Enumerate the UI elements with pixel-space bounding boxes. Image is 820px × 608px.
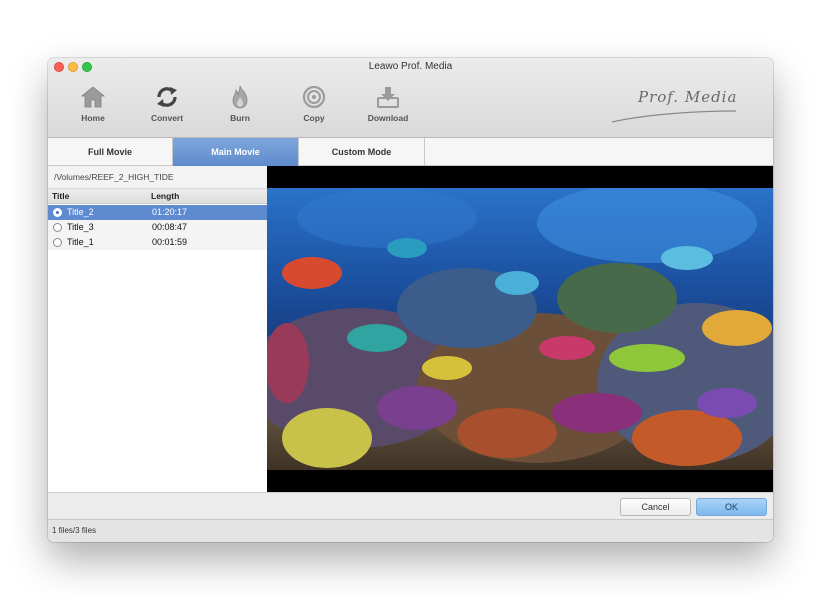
toolbar-convert-label: Convert — [150, 113, 184, 123]
tab-full-movie[interactable]: Full Movie — [48, 138, 173, 166]
column-header-title[interactable]: Title — [52, 191, 69, 201]
title-row[interactable]: Title_1 00:01:59 — [48, 235, 267, 250]
title-name: Title_3 — [67, 222, 94, 232]
title-list-panel: /Volumes/REEF_2_HIGH_TIDE Title Length T… — [48, 166, 267, 492]
download-icon — [377, 87, 399, 108]
cancel-button[interactable]: Cancel — [620, 498, 691, 516]
copy-icon — [302, 85, 326, 109]
title-name: Title_2 — [67, 207, 94, 217]
title-radio-button[interactable] — [53, 238, 62, 247]
toolbar-burn-button[interactable]: Burn — [210, 85, 270, 123]
toolbar-download-button[interactable]: Download — [358, 85, 418, 123]
toolbar-home-label: Home — [81, 113, 105, 123]
title-row[interactable]: Title_3 00:08:47 — [48, 220, 267, 235]
title-length: 00:08:47 — [152, 222, 188, 232]
mode-tabs: Full Movie Main Movie Custom Mode — [48, 138, 773, 166]
toolbar-download-label: Download — [367, 113, 409, 123]
title-radio-button[interactable] — [53, 223, 62, 232]
coral-reef-frame — [267, 188, 773, 470]
window-title: Leawo Prof. Media — [368, 61, 453, 72]
title-list-header: Title Length — [48, 189, 267, 204]
burn-icon — [232, 85, 248, 109]
toolbar-burn-label: Burn — [230, 113, 250, 123]
tab-custom-mode[interactable]: Custom Mode — [299, 138, 425, 166]
logo-text: Prof. Media — [638, 88, 738, 106]
title-length: 00:01:59 — [152, 237, 188, 247]
home-icon — [80, 86, 106, 108]
dialog-button-bar: Cancel OK — [48, 492, 773, 519]
convert-icon — [157, 87, 177, 107]
column-header-length[interactable]: Length — [151, 191, 179, 201]
brand-logo: Prof. Media — [608, 86, 738, 126]
toolbar-home-button[interactable]: Home — [63, 85, 123, 123]
status-bar: 1 files/3 files — [48, 519, 773, 542]
toolbar-convert-button[interactable]: Convert — [137, 85, 197, 123]
title-radio-button[interactable] — [53, 208, 62, 217]
source-path: /Volumes/REEF_2_HIGH_TIDE — [48, 166, 267, 189]
toolbar-copy-label: Copy — [303, 113, 325, 123]
tab-main-movie[interactable]: Main Movie — [173, 138, 299, 166]
video-preview[interactable] — [267, 166, 773, 492]
title-list: Title_2 01:20:17 Title_3 00:08:47 Title_… — [48, 205, 267, 250]
toolbar-copy-button[interactable]: Copy — [284, 85, 344, 123]
ok-button[interactable]: OK — [696, 498, 767, 516]
title-name: Title_1 — [67, 237, 94, 247]
app-window: Leawo Prof. Media Home Convert Burn Copy… — [48, 58, 773, 542]
title-row[interactable]: Title_2 01:20:17 — [48, 205, 267, 220]
title-bar: Leawo Prof. Media Home Convert Burn Copy… — [48, 58, 773, 138]
title-length: 01:20:17 — [152, 207, 188, 217]
